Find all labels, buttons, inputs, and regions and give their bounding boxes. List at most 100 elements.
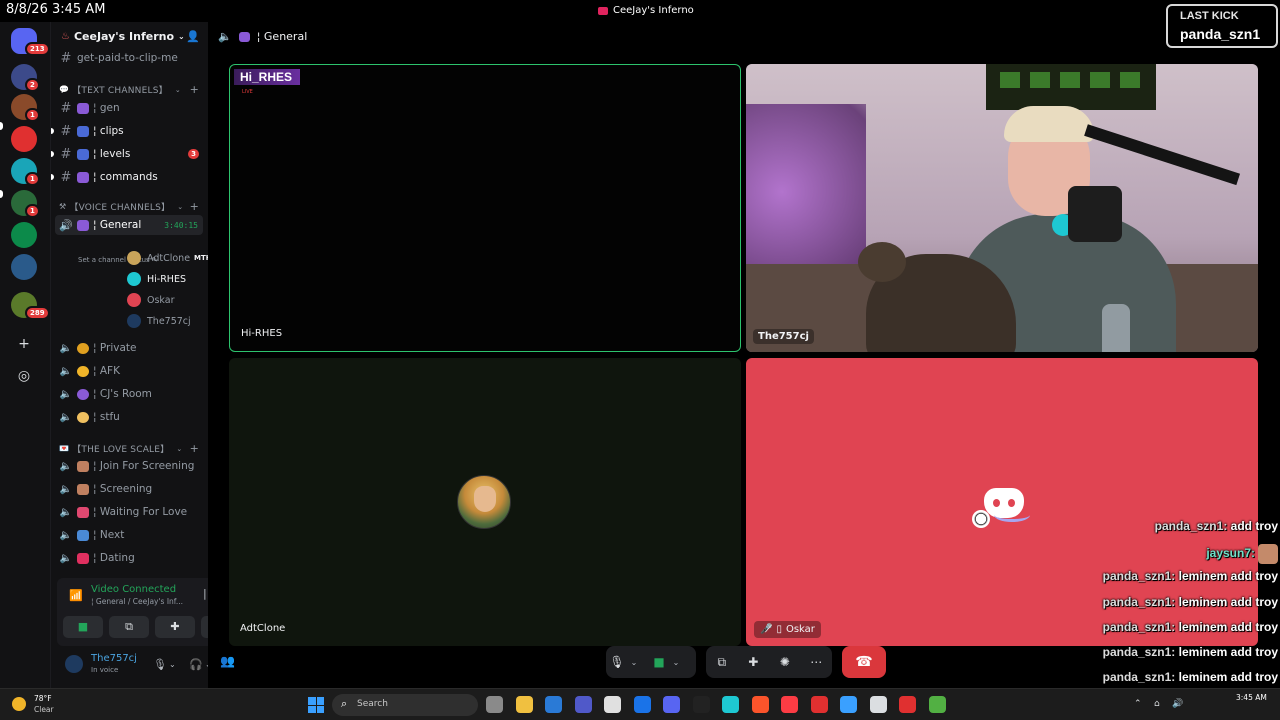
server-icon-server-9[interactable]: 289 [11,292,50,320]
server-icon-server-4[interactable] [11,126,37,152]
taskbar-app-icon[interactable] [899,696,916,713]
add-channel-icon[interactable]: + [190,442,199,455]
chat-username: panda_szn1: [1102,569,1176,584]
weather-description[interactable]: Clear [34,705,54,714]
taskbar-search[interactable]: ⌕ Search [332,694,478,716]
taskbar-app-icon[interactable] [722,696,739,713]
add-participant-icon[interactable]: 👥 [220,654,235,668]
soundboard-icon[interactable]: ✺ [774,655,796,669]
activities-icon[interactable]: ✚ [742,655,764,669]
microphone-icon[interactable]: 🎙 [153,658,167,671]
voice-channel[interactable]: 🔈 ¦ Join For Screening [55,456,203,476]
add-channel-icon[interactable]: + [190,200,199,213]
text-channel[interactable]: # ¦ levels 3 [51,144,203,164]
last-kick-widget: LAST KICK panda_szn1 [1166,4,1278,48]
taskbar-app-icon[interactable] [663,696,680,713]
tile-name-badge: 🎤̸ ▯ Oskar [754,621,821,638]
unread-indicator [51,174,54,180]
username[interactable]: The757cj [91,653,137,664]
taskbar-app-icon[interactable] [545,696,562,713]
weather-moon-icon[interactable] [12,697,26,711]
taskbar-clock[interactable]: 3:45 AM [1236,693,1267,702]
taskbar-app-icon[interactable] [810,696,828,713]
channel-get-paid[interactable]: # get-paid-to-clip-me [55,48,203,68]
taskbar-app-icon[interactable] [869,696,887,713]
taskbar-app-icon[interactable] [781,696,798,713]
video-tile-hi-rhes[interactable]: Hi_RHES LIVE Hi-RHES [229,64,741,352]
camera-icon[interactable]: ■ [648,655,670,669]
voice-channel[interactable]: 🔈 ¦ Dating [55,548,203,568]
voice-channel[interactable]: 🔈 ¦ Next [55,525,203,545]
avatar [127,251,141,265]
avatar [127,272,141,286]
server-icon-server-7[interactable] [11,222,37,248]
voice-channel[interactable]: 🔈 ¦ CJ's Room [55,384,203,404]
activities-button[interactable]: ✚ [155,616,195,638]
taskbar-app-icon[interactable] [515,696,533,713]
more-options-icon[interactable]: ⋯ [805,655,827,669]
disconnect-button[interactable]: ☎ [842,646,886,678]
speaker-icon: 🔈 [59,411,73,423]
chevron-up-icon[interactable]: ⌃ [1134,699,1142,709]
headphones-icon[interactable]: 🎧 [189,658,203,671]
category-voice-channels[interactable]: ⚒ 【VOICE CHANNELS】 ⌄ + [59,200,205,213]
chat-message: panda_szn1: leminem add troy [1103,620,1278,634]
text-channel[interactable]: # ¦ clips [51,121,203,141]
wall-poster [986,64,1156,110]
taskbar-app-icon[interactable] [486,696,503,713]
add-channel-icon[interactable]: + [190,83,199,96]
taskbar-app-icon[interactable] [633,696,651,713]
server-icon-server-8[interactable] [11,254,37,280]
camera-button[interactable]: ■ [63,616,103,638]
text-channel[interactable]: # ¦ commands [51,167,203,187]
start-button[interactable] [308,697,324,713]
chat-text: leminem add troy [1178,569,1278,584]
invite-people-icon[interactable]: 👤 [186,30,200,43]
server-icon-server-6[interactable]: 1 [11,190,40,218]
discover-icon[interactable]: ◎ [16,368,32,384]
taskbar-app-icon[interactable] [840,696,857,713]
server-name-header[interactable]: ♨ CeeJay's Inferno ⌄ [61,30,185,43]
taskbar-app-icon[interactable] [692,696,710,713]
channel-emoji-icon [77,219,89,231]
weather-temperature[interactable]: 78°F [34,694,52,703]
video-tile-adtclone[interactable]: AdtClone [229,358,741,646]
category-love-scale[interactable]: 💌 【THE LOVE SCALE】 ⌄ + [59,442,205,455]
taskbar-app-icon[interactable] [574,696,592,713]
voice-channel[interactable]: 🔈 ¦ Screening [55,479,203,499]
taskbar-app-icon[interactable] [751,696,769,713]
voice-channel[interactable]: 🔈 ¦ Private [55,338,203,358]
volume-icon[interactable]: 🔊 [1172,699,1183,709]
hang-up-icon: ☎ [855,654,873,670]
taskbar-app-icon[interactable] [928,696,946,713]
chevron-down-icon[interactable]: ⌄ [628,658,640,667]
avatar[interactable] [65,655,83,673]
channel-label: ¦ gen [93,102,120,114]
voice-channel[interactable]: 🔈 ¦ stfu [55,407,203,427]
screen-share-button[interactable]: ⧉ [109,616,149,638]
screen-share-icon[interactable]: ⧉ [711,655,733,670]
chat-message: panda_szn1: leminem add troy [1103,670,1278,684]
text-channel[interactable]: # ¦ gen [55,98,203,118]
chevron-down-icon[interactable]: ⌄ [670,658,682,667]
chat-message: panda_szn1: add troy [1155,519,1278,533]
streamer-hair [1004,106,1094,142]
channel-label: ¦ Dating [93,552,135,564]
taskbar-app-icon[interactable] [604,696,621,713]
video-tile-the757cj[interactable]: The757cj [746,64,1258,352]
server-icon-server-5[interactable]: 1 [11,158,40,186]
voice-status-subtitle[interactable]: ¦ General / CeeJay's Inf... [91,597,183,606]
server-icon-server-3[interactable]: 1 [11,94,40,122]
voice-status-title[interactable]: Video Connected [91,584,176,595]
chevron-down-icon[interactable]: ⌄ [169,660,176,669]
voice-channel[interactable]: 🔈 ¦ Waiting For Love [55,502,203,522]
network-icon[interactable]: ⌂ [1154,699,1160,709]
category-text-channels[interactable]: 💬 【TEXT CHANNELS】 ⌄ + [59,83,205,96]
voice-channel-general[interactable]: 🔊 ¦ General 3:40:15 [55,215,203,235]
server-icon-direct-messages[interactable]: 213 [11,28,50,56]
microphone-icon[interactable]: 🎙 [606,655,628,669]
activity-controls: ⧉ ✚ ✺ ⋯ [706,646,832,678]
add-server-icon[interactable]: + [16,336,32,352]
voice-channel[interactable]: 🔈 ¦ AFK [55,361,203,381]
server-icon-server-2[interactable]: 2 [11,64,40,92]
